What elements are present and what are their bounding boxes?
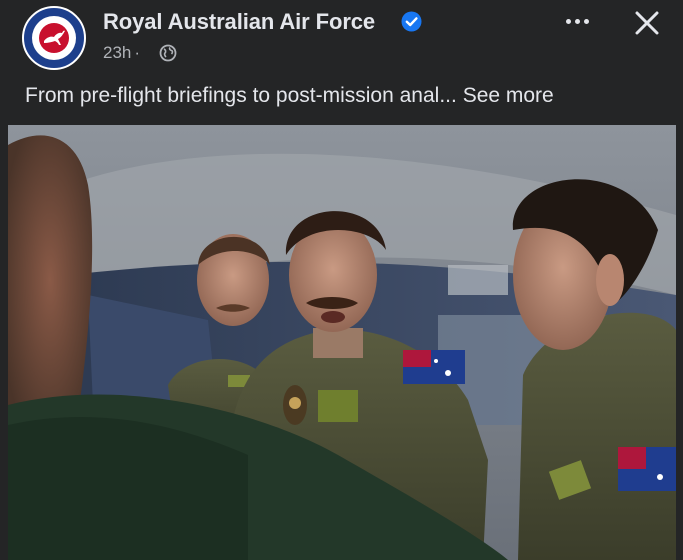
caption-text: From pre-flight briefings to post-missio… xyxy=(25,84,457,107)
photo-illustration xyxy=(8,125,676,560)
post-timestamp[interactable]: 23h xyxy=(103,43,131,62)
post-photo[interactable] xyxy=(8,125,676,560)
post-caption: From pre-flight briefings to post-missio… xyxy=(25,84,554,108)
more-options-button[interactable] xyxy=(562,9,594,33)
more-dot xyxy=(584,19,589,24)
kangaroo-icon xyxy=(44,30,65,45)
more-dot xyxy=(575,19,580,24)
globe-icon[interactable] xyxy=(159,44,177,62)
more-dot xyxy=(566,19,571,24)
post-meta: 23h · xyxy=(103,43,143,63)
verified-badge-icon xyxy=(401,11,422,32)
see-more-link[interactable]: See more xyxy=(463,84,554,107)
facebook-post: Royal Australian Air Force 23h · From pre… xyxy=(0,0,683,560)
close-icon[interactable] xyxy=(630,6,664,40)
page-name-link[interactable]: Royal Australian Air Force xyxy=(103,9,375,35)
page-avatar[interactable] xyxy=(22,6,86,70)
meta-separator: · xyxy=(134,43,141,62)
